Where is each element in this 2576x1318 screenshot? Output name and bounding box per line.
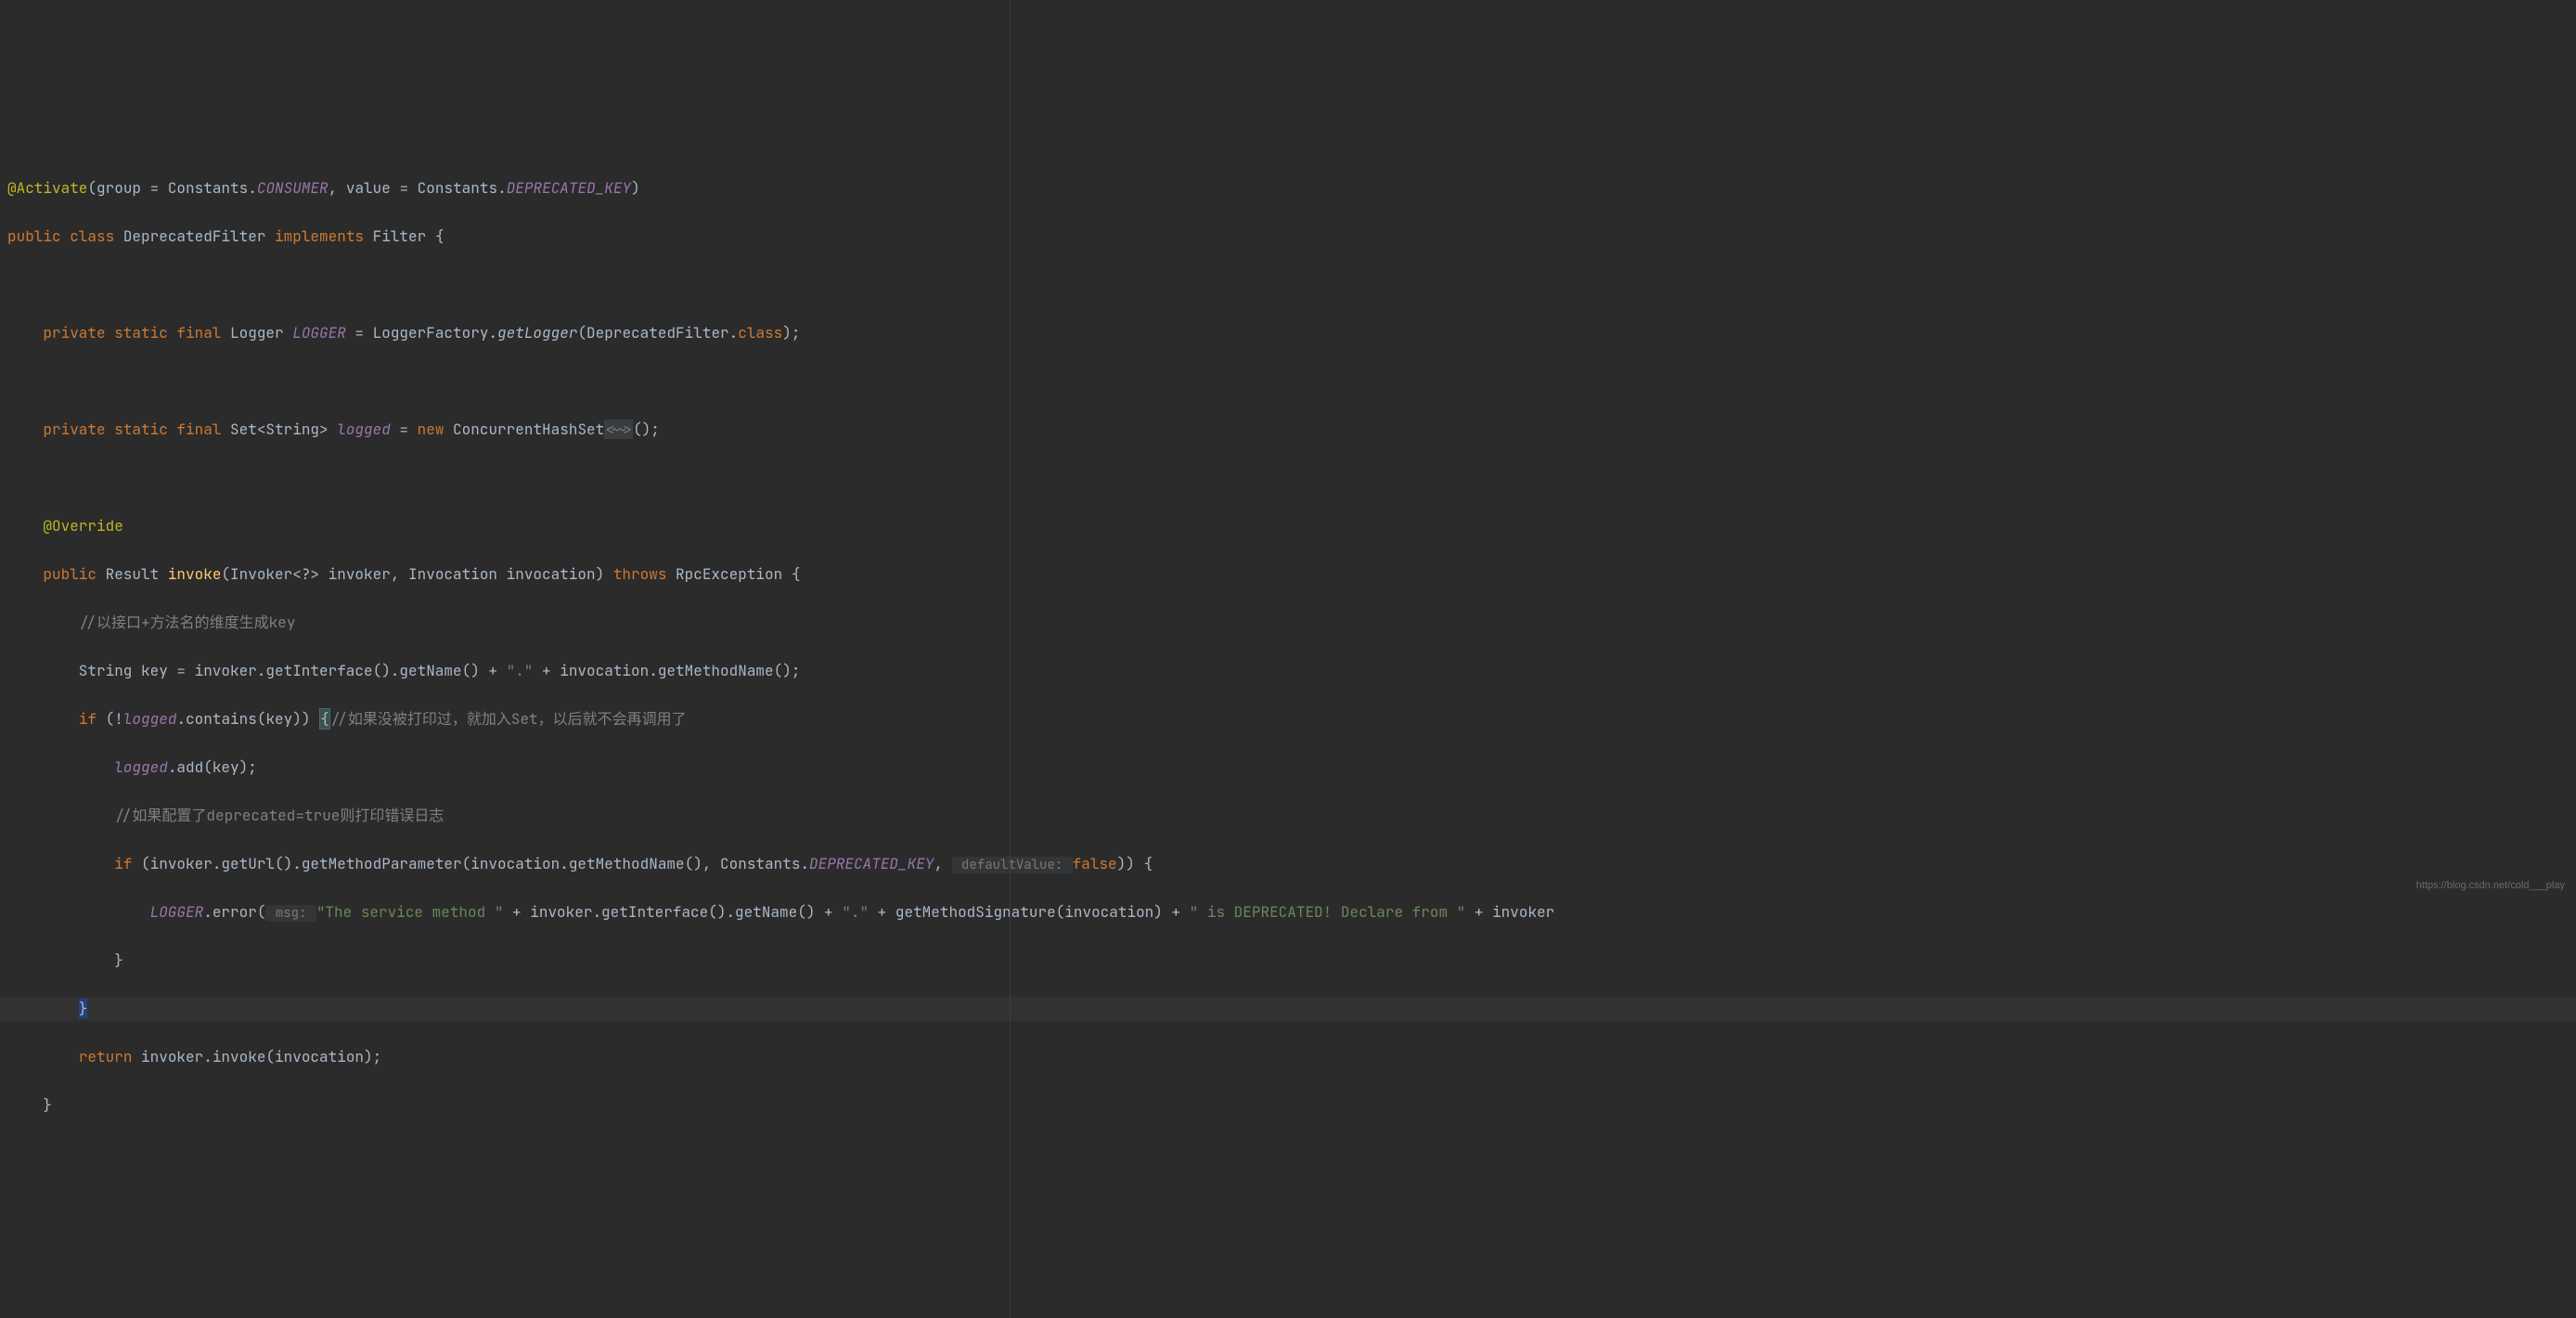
code-line-16[interactable]: LOGGER.error( msg: "The service method "… (0, 900, 2576, 924)
code-line-1[interactable]: @Activate(group = Constants.CONSUMER, va… (0, 176, 2576, 200)
comment: //如果没被打印过，就加入Set，以后就不会再调用了 (330, 709, 687, 729)
code-line-20[interactable]: } (0, 1093, 2576, 1118)
code-line-3[interactable] (0, 273, 2576, 297)
diamond-hint: <~> (604, 420, 633, 439)
code-line-19[interactable]: return invoker.invoke(invocation); (0, 1045, 2576, 1069)
code-line-4[interactable]: private static final Logger LOGGER = Log… (0, 321, 2576, 345)
code-line-12[interactable]: if (!logged.contains(key)) {//如果没被打印过，就加… (0, 707, 2576, 731)
comment: //以接口+方法名的维度生成key (79, 613, 296, 632)
comment: //如果配置了deprecated=true则打印错误日志 (114, 806, 444, 825)
code-line-6[interactable]: private static final Set<String> logged … (0, 418, 2576, 442)
code-editor[interactable]: @Activate(group = Constants.CONSUMER, va… (0, 152, 2576, 1142)
code-line-10[interactable]: //以接口+方法名的维度生成key (0, 611, 2576, 635)
matching-brace-close-cursor: } (79, 999, 88, 1018)
code-line-15[interactable]: if (invoker.getUrl().getMethodParameter(… (0, 852, 2576, 876)
method-invoke: invoke (168, 564, 222, 584)
constant-deprecated-key: DEPRECATED_KEY (507, 178, 631, 198)
code-line-18-current[interactable]: } (0, 997, 2576, 1021)
field-logger: LOGGER (292, 323, 346, 342)
code-line-5[interactable] (0, 369, 2576, 394)
code-line-14[interactable]: //如果配置了deprecated=true则打印错误日志 (0, 804, 2576, 828)
code-line-17[interactable]: } (0, 949, 2576, 973)
code-line-8[interactable]: @Override (0, 514, 2576, 538)
vertical-ruler (1010, 0, 1011, 1318)
code-line-9[interactable]: public Result invoke(Invoker<?> invoker,… (0, 562, 2576, 587)
param-hint-defaultvalue: defaultValue: (952, 857, 1073, 873)
watermark: https://blog.csdn.net/cold___play (2416, 878, 2565, 895)
code-line-11[interactable]: String key = invoker.getInterface().getN… (0, 659, 2576, 683)
code-line-13[interactable]: logged.add(key); (0, 756, 2576, 780)
code-line-7[interactable] (0, 466, 2576, 490)
constant-consumer: CONSUMER (257, 178, 328, 198)
param-hint-msg: msg: (265, 905, 316, 922)
code-line-2[interactable]: public class DeprecatedFilter implements… (0, 225, 2576, 249)
matching-brace-open: { (319, 708, 330, 730)
annotation-override: @Override (43, 516, 122, 536)
field-logged: logged (337, 420, 391, 439)
annotation-activate: @Activate (7, 178, 87, 198)
